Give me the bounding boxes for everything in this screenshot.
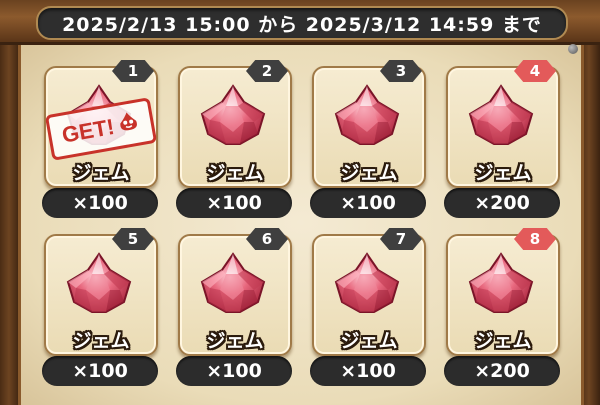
reward-quantity: ×200 — [444, 356, 560, 386]
reward-quantity: ×100 — [176, 356, 292, 386]
gem-icon — [330, 84, 404, 146]
slime-icon — [116, 108, 143, 139]
reward-quantity: ×100 — [42, 356, 158, 386]
reward-quantity: ×100 — [310, 188, 426, 218]
reward-item-name: ジェム — [206, 330, 264, 352]
reward-quantity: ×100 — [42, 188, 158, 218]
reward-item-name: ジェム — [72, 330, 130, 352]
reward-grid: 1 ジェム ×100 GET! 2 ジェム ×100 3 ジェム ×100 4 … — [0, 0, 600, 405]
gem-icon — [196, 84, 270, 146]
reward-item-name: ジェム — [72, 162, 130, 184]
reward-quantity: ×100 — [176, 188, 292, 218]
gem-icon — [196, 252, 270, 314]
reward-item-name: ジェム — [206, 162, 264, 184]
reward-item-name: ジェム — [474, 162, 532, 184]
reward-quantity: ×100 — [310, 356, 426, 386]
gem-icon — [464, 252, 538, 314]
reward-item-name: ジェム — [340, 162, 398, 184]
gem-icon — [62, 252, 136, 314]
gem-icon — [330, 252, 404, 314]
reward-quantity: ×200 — [444, 188, 560, 218]
gem-icon — [464, 84, 538, 146]
reward-item-name: ジェム — [340, 330, 398, 352]
get-stamp-label: GET! — [60, 113, 117, 148]
reward-item-name: ジェム — [474, 330, 532, 352]
